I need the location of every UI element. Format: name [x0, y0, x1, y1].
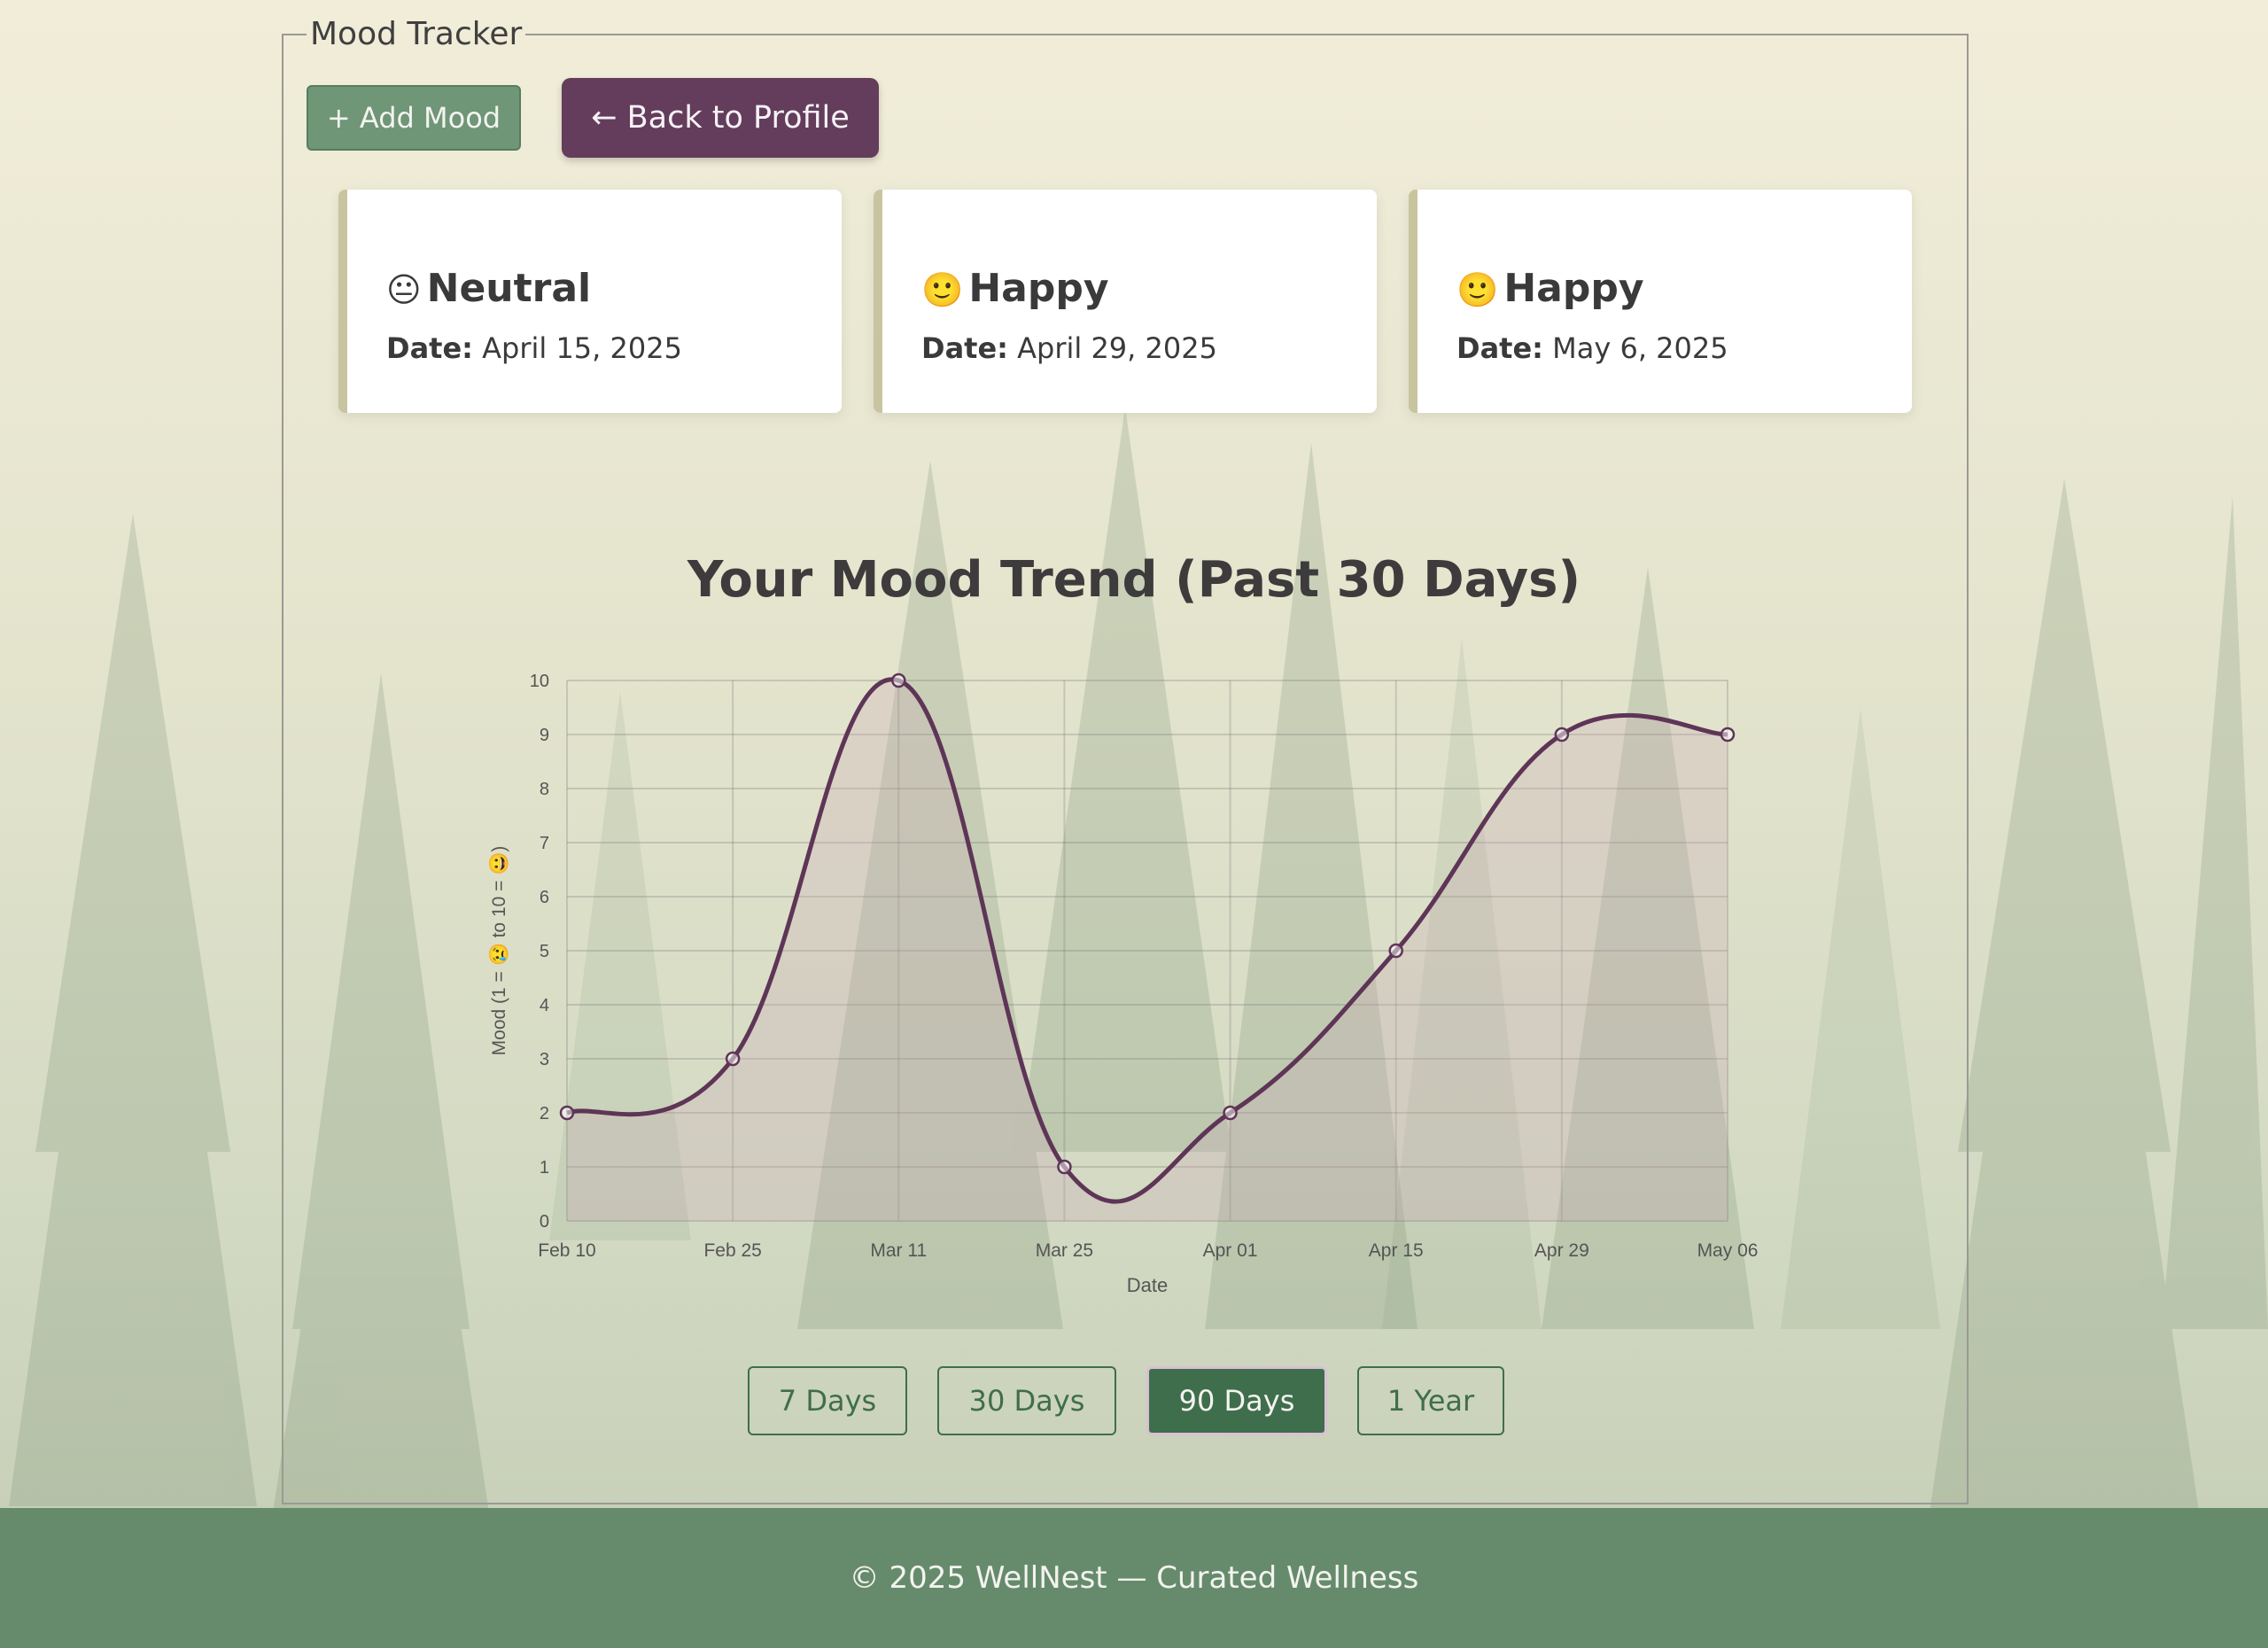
date-value: May 6, 2025: [1552, 331, 1728, 365]
y-tick-label: 4: [540, 996, 549, 1015]
y-tick-label: 10: [530, 672, 549, 691]
mood-label: Happy: [1503, 266, 1644, 311]
x-tick-label: Feb 25: [703, 1240, 761, 1261]
mood-entry-title: 😐 Neutral: [386, 266, 591, 311]
date-label: Date:: [386, 331, 473, 365]
y-tick-label: 7: [540, 834, 549, 853]
add-mood-button[interactable]: + Add Mood: [307, 85, 521, 151]
x-tick-label: Mar 25: [1036, 1240, 1093, 1261]
mood-entry-card: 🙂 Happy Date: April 29, 2025: [874, 190, 1377, 413]
chart-title: Your Mood Trend (Past 30 Days): [687, 551, 1581, 609]
mood-entry-date: Date: April 15, 2025: [386, 331, 682, 365]
x-tick-label: May 06: [1697, 1240, 1759, 1261]
range-1-year-button[interactable]: 1 Year: [1357, 1366, 1504, 1435]
y-tick-label: 5: [540, 942, 549, 961]
x-axis-label: Date: [1127, 1274, 1168, 1296]
y-tick-label: 1: [540, 1158, 549, 1178]
date-label: Date:: [1456, 331, 1543, 365]
mood-entry-title: 🙂 Happy: [1456, 266, 1644, 311]
mood-data-point: [1554, 727, 1570, 742]
mood-label: Happy: [968, 266, 1109, 311]
mood-label: Neutral: [426, 266, 592, 311]
y-tick-label: 3: [540, 1050, 549, 1069]
mood-entry-card: 😐 Neutral Date: April 15, 2025: [338, 190, 842, 413]
date-value: April 29, 2025: [1017, 331, 1217, 365]
footer-text: © 2025 WellNest — Curated Wellness: [849, 1560, 1419, 1596]
mood-entry-card: 🙂 Happy Date: May 6, 2025: [1409, 190, 1912, 413]
x-tick-label: Mar 11: [870, 1240, 927, 1261]
range-7-days-button[interactable]: 7 Days: [748, 1366, 907, 1435]
y-tick-label: 2: [540, 1104, 549, 1123]
slightly-smiling-face-icon: 🙂: [1456, 270, 1499, 309]
y-tick-label: 0: [540, 1212, 549, 1232]
mood-data-point: [891, 672, 906, 688]
x-tick-label: Apr 29: [1534, 1240, 1589, 1261]
range-90-days-button[interactable]: 90 Days: [1146, 1366, 1327, 1435]
slightly-smiling-face-icon: 🙂: [921, 270, 964, 309]
mood-data-point: [1223, 1105, 1238, 1121]
mood-data-point: [559, 1105, 575, 1121]
mood-entry-date: Date: April 29, 2025: [921, 331, 1217, 365]
section-title: Mood Tracker: [310, 16, 523, 52]
mood-trend-chart: 0 1 2 3 4 5 6 7 8 9 10 Feb 10 Feb 25 Mar 11 Mar 25 Apr …: [488, 672, 1759, 1296]
y-axis-label: Mood (1 = 😢 to 10 = 😀): [488, 846, 509, 1056]
mood-entry-date: Date: May 6, 2025: [1456, 331, 1728, 365]
mood-entry-title: 🙂 Happy: [921, 266, 1109, 311]
mood-data-point: [1057, 1159, 1072, 1175]
neutral-face-icon: 😐: [386, 270, 422, 309]
y-tick-label: 9: [540, 726, 549, 745]
y-tick-label: 6: [540, 888, 549, 907]
mood-data-point: [1720, 727, 1736, 742]
x-tick-label: Apr 15: [1369, 1240, 1424, 1261]
mood-data-point: [1388, 943, 1403, 959]
date-value: April 15, 2025: [482, 331, 682, 365]
x-tick-label: Feb 10: [538, 1240, 595, 1261]
back-to-profile-button[interactable]: ← Back to Profile: [562, 78, 879, 158]
x-tick-label: Apr 01: [1203, 1240, 1258, 1261]
date-label: Date:: [921, 331, 1008, 365]
range-30-days-button[interactable]: 30 Days: [937, 1366, 1116, 1435]
footer: © 2025 WellNest — Curated Wellness: [0, 1508, 2268, 1648]
mood-data-point: [725, 1051, 741, 1067]
y-tick-label: 8: [540, 780, 549, 799]
